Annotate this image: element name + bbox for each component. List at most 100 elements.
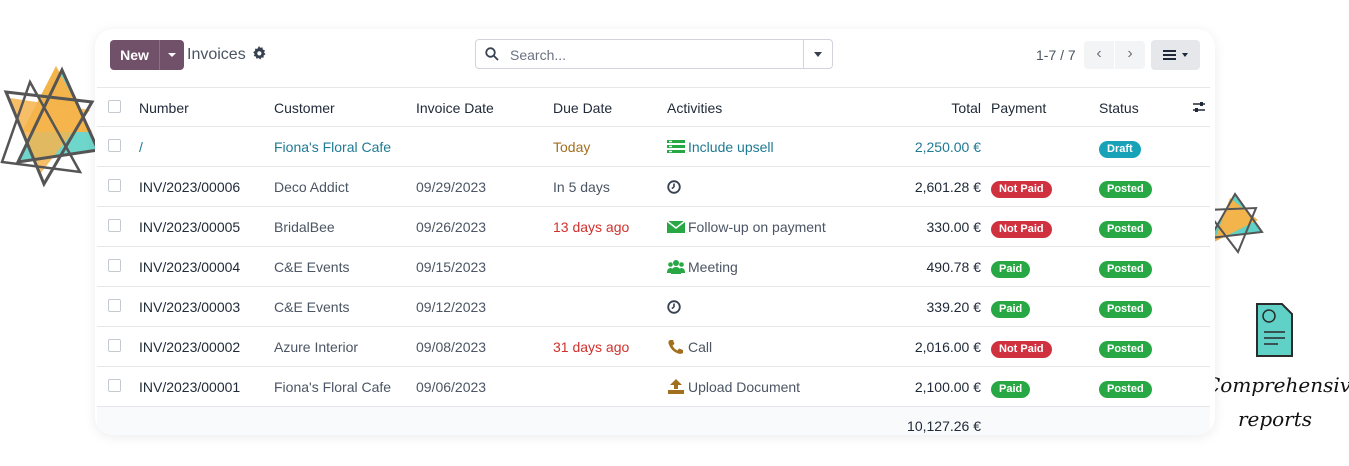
status-badge: Draft <box>1099 141 1141 158</box>
pager-previous-button[interactable]: ‹ <box>1084 41 1114 69</box>
status-badge: Posted <box>1099 221 1152 238</box>
search-input[interactable] <box>508 45 802 65</box>
table-row[interactable]: INV/2023/00005 BridalBee 09/26/2023 13 d… <box>97 207 1210 247</box>
column-header-status[interactable]: Status <box>1099 100 1139 116</box>
pager-next-button[interactable]: › <box>1115 41 1145 69</box>
table-row[interactable]: INV/2023/00003 C&E Events 09/12/2023 339… <box>97 287 1210 327</box>
activity[interactable] <box>667 299 681 315</box>
due-date: In 5 days <box>553 179 610 195</box>
activity[interactable]: Upload Document <box>667 379 800 395</box>
decorative-stars-left <box>0 66 100 188</box>
activity[interactable]: Include upsell <box>667 139 774 155</box>
payment-badge: Not Paid <box>991 341 1052 358</box>
customer-name: Deco Addict <box>274 179 349 195</box>
invoice-date: 09/12/2023 <box>416 299 487 315</box>
status-badge: Posted <box>1099 341 1152 358</box>
table-row[interactable]: INV/2023/00002 Azure Interior 09/08/2023… <box>97 327 1210 367</box>
column-header-invoice-date[interactable]: Invoice Date <box>416 100 494 116</box>
row-checkbox[interactable] <box>108 299 121 312</box>
gear-icon[interactable] <box>252 46 266 60</box>
chevron-right-icon: › <box>1127 45 1133 62</box>
payment-badge: Not Paid <box>991 221 1052 238</box>
invoices-list-view: New Invoices 1-7 / 7 ‹ › <box>95 29 1215 435</box>
new-button[interactable]: New <box>110 40 159 70</box>
invoice-date: 09/29/2023 <box>416 179 487 195</box>
activity-label: Follow-up on payment <box>688 219 826 235</box>
page-title: Invoices <box>187 46 246 63</box>
pager-value[interactable]: 1-7 / 7 <box>1036 47 1076 63</box>
activity[interactable]: Follow-up on payment <box>667 219 826 235</box>
invoice-number: INV/2023/00004 <box>139 259 241 275</box>
invoice-number: INV/2023/00003 <box>139 299 241 315</box>
list-icon <box>667 140 685 153</box>
column-header-customer[interactable]: Customer <box>274 100 335 116</box>
payment-badge: Paid <box>991 381 1031 398</box>
due-date: Today <box>553 139 591 155</box>
upload-icon <box>668 379 684 394</box>
payment-badge: Paid <box>991 261 1031 278</box>
table-row[interactable]: INV/2023/00004 C&E Events 09/15/2023 Mee… <box>97 247 1210 287</box>
status-badge: Posted <box>1099 381 1152 398</box>
document-icon <box>1256 303 1293 357</box>
status-badge: Posted <box>1099 301 1152 318</box>
invoice-number: INV/2023/00001 <box>139 379 241 395</box>
activity[interactable]: Meeting <box>667 259 738 275</box>
activity-label: Call <box>688 339 713 355</box>
row-checkbox[interactable] <box>108 259 121 272</box>
clock-icon <box>667 300 681 314</box>
table-row[interactable]: INV/2023/00006 Deco Addict 09/29/2023 In… <box>97 167 1210 207</box>
activity-label: Meeting <box>688 259 738 275</box>
row-checkbox[interactable] <box>108 379 121 392</box>
phone-icon <box>668 340 683 354</box>
table-row[interactable]: / Fiona's Floral Cafe Today Include upse… <box>97 127 1210 167</box>
row-checkbox[interactable] <box>108 339 121 352</box>
table-footer-row: 10,127.26 € <box>97 407 1210 435</box>
invoice-number: INV/2023/00002 <box>139 339 241 355</box>
status-badge: Posted <box>1099 181 1152 198</box>
due-date: 31 days ago <box>553 339 630 355</box>
column-settings-icon[interactable] <box>1192 100 1206 114</box>
activity[interactable] <box>667 179 681 195</box>
grand-total: 10,127.26 € <box>907 418 981 434</box>
invoice-total: 490.78 € <box>926 259 982 275</box>
customer-name: Azure Interior <box>274 339 359 355</box>
due-date: 13 days ago <box>553 219 630 235</box>
invoice-total: 330.00 € <box>926 219 982 235</box>
customer-name: BridalBee <box>274 219 335 235</box>
promo-line-2: reports <box>1237 407 1313 431</box>
column-header-total[interactable]: Total <box>951 100 981 116</box>
row-checkbox[interactable] <box>108 179 121 192</box>
new-dropdown-toggle[interactable] <box>159 40 184 70</box>
chevron-down-icon <box>1182 53 1188 57</box>
table-row[interactable]: INV/2023/00001 Fiona's Floral Cafe 09/06… <box>97 367 1210 407</box>
customer-name: Fiona's Floral Cafe <box>274 379 392 395</box>
view-switcher-button[interactable] <box>1151 40 1200 70</box>
search-icon <box>485 47 499 61</box>
invoice-total: 2,250.00 € <box>914 139 981 155</box>
search-bar <box>475 39 833 69</box>
table-header-row: Number Customer Invoice Date Due Date Ac… <box>97 87 1210 127</box>
chevron-left-icon: ‹ <box>1096 45 1102 62</box>
row-checkbox[interactable] <box>108 219 121 232</box>
invoice-date: 09/08/2023 <box>416 339 487 355</box>
invoices-table: Number Customer Invoice Date Due Date Ac… <box>97 87 1210 435</box>
clock-icon <box>667 180 681 194</box>
status-badge: Posted <box>1099 261 1152 278</box>
customer-name: Fiona's Floral Cafe <box>274 139 392 155</box>
column-header-payment[interactable]: Payment <box>991 100 1046 116</box>
activity-label: Upload Document <box>688 379 801 395</box>
row-checkbox[interactable] <box>108 139 121 152</box>
users-icon <box>667 260 685 274</box>
column-header-due-date[interactable]: Due Date <box>553 100 612 116</box>
select-all-checkbox[interactable] <box>108 100 121 113</box>
invoice-number: / <box>139 139 143 155</box>
search-options-toggle[interactable] <box>803 40 832 68</box>
activity-label: Include upsell <box>688 139 774 155</box>
promo-caption: Comprehensive reports <box>1205 368 1349 436</box>
activity[interactable]: Call <box>667 339 712 355</box>
invoice-date: 09/15/2023 <box>416 259 487 275</box>
invoice-total: 2,601.28 € <box>914 179 981 195</box>
column-header-number[interactable]: Number <box>139 100 189 116</box>
payment-badge: Paid <box>991 301 1031 318</box>
column-header-activities[interactable]: Activities <box>667 100 722 116</box>
